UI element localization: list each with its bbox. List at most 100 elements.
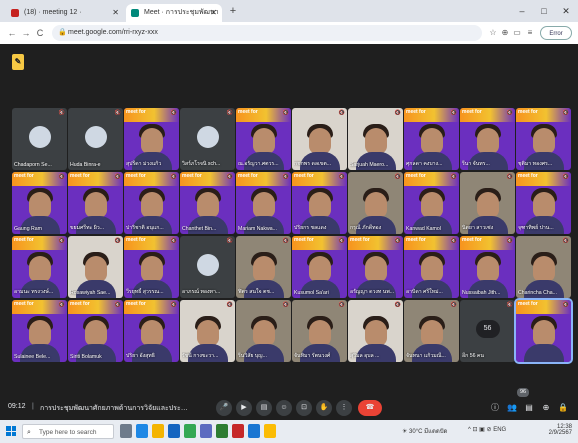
participant-name: รีนวิสัย บุญ... xyxy=(238,353,267,359)
participant-tile[interactable]: meet for 🔇 ปริยา อังสุทธิ xyxy=(124,300,179,362)
store-icon[interactable] xyxy=(200,424,212,438)
participant-tile[interactable]: meet for 🔇 Siriti Bolamuk xyxy=(68,300,123,362)
lock-icon[interactable]: 🔒 xyxy=(556,401,570,415)
participant-name: จันทนา แก้วมณี... xyxy=(406,353,446,359)
participant-tile[interactable]: 🔇 Huda Binra-e xyxy=(68,108,123,170)
participant-tile[interactable]: 🔇 Charincha Cha... xyxy=(516,236,571,298)
participant-tile[interactable]: 🔇 สุวิมล อุบล ... xyxy=(348,300,403,362)
taskbar-search-input[interactable]: ⌕ Type here to search xyxy=(22,424,114,439)
file-explorer-icon[interactable] xyxy=(152,424,164,438)
participant-tile[interactable]: meet for 🔇 ศุกลดา คงบาง... xyxy=(404,108,459,170)
close-tab-icon[interactable]: ✕ xyxy=(112,4,119,22)
windows-start-icon[interactable] xyxy=(6,426,16,436)
new-tab-button[interactable]: + xyxy=(226,4,240,18)
participant-tile[interactable]: meet for 🔇 ชุติมา ทองศร... xyxy=(516,108,571,170)
participant-tile[interactable]: 🔇 วิสร์ภโรจนิ sch... xyxy=(180,108,235,170)
chrome-icon[interactable] xyxy=(184,424,196,438)
mail-icon[interactable] xyxy=(168,424,180,438)
participant-tile[interactable]: meet for 🔇 Nussaibah Jith... xyxy=(460,236,515,298)
participant-video-face xyxy=(140,320,163,346)
participant-tile[interactable]: 🔇 Sarjuah Maero... xyxy=(348,108,403,170)
participant-tile[interactable]: 🔇 กชกพร ดลเขต... xyxy=(292,108,347,170)
notes-icon[interactable]: ✎ xyxy=(12,54,24,70)
menu-icon[interactable]: ≡ xyxy=(525,27,535,39)
participant-name: กรุณี ภักดีทอง xyxy=(350,225,382,231)
mic-icon[interactable]: 🎤 xyxy=(216,400,232,416)
participant-video-face xyxy=(252,128,275,154)
participant-tile[interactable]: 🔇 ฟิตร สนใจ ตช... xyxy=(236,236,291,298)
info-icon[interactable]: ⓘ xyxy=(488,401,502,415)
maximize-button[interactable]: □ xyxy=(534,4,554,18)
participant-tile[interactable]: meet for 🔇 สุปรีดา ม่วงแก้ว xyxy=(124,108,179,170)
participant-video-face xyxy=(476,192,499,218)
lock-icon: 🔒 xyxy=(58,29,67,36)
camera-icon[interactable]: ▶ xyxy=(236,400,252,416)
present-icon[interactable]: ⊡ xyxy=(296,400,312,416)
participant-tile[interactable]: meet for 🔇 วีรยุทธิ์ สุวรรณ... xyxy=(124,236,179,298)
taskbar-clock[interactable]: 12:38 2/9/2567 xyxy=(520,424,572,436)
participant-tile[interactable]: meet for 🔇 ขยมศรีทะ ผิว... xyxy=(68,172,123,234)
participant-tile[interactable]: meet for 🔇 Sulainee Bele... xyxy=(12,300,67,362)
forward-button[interactable]: → xyxy=(20,26,32,40)
participant-tile[interactable]: meet for 🔇 รีนา จันทร... xyxy=(460,108,515,170)
background-banner-text: meet for xyxy=(126,109,146,115)
system-tray[interactable]: ^ ⊡ ▣ ⊘ ENG xyxy=(468,426,506,433)
participant-tile[interactable]: meet for 🔇 Mariam Nakwa... xyxy=(236,172,291,234)
muted-mic-icon: 🔇 xyxy=(394,110,401,116)
participant-tile[interactable]: meet for 🔇 Kusumol Sa'ari xyxy=(292,236,347,298)
participant-tile[interactable]: meet for 🔇 ปาริชาติ อนุแก... xyxy=(124,172,179,234)
task-view-icon[interactable] xyxy=(120,424,132,438)
participant-tile[interactable]: meet for 🔇 ปริยกร ชลแดง xyxy=(292,172,347,234)
participant-tile[interactable]: meet for 🔇 Kanwad Kamol xyxy=(404,172,459,234)
more-icon[interactable]: ⋮ xyxy=(336,400,352,416)
reload-button[interactable]: C xyxy=(34,26,46,40)
edge-icon[interactable] xyxy=(136,424,148,438)
green-app-icon[interactable] xyxy=(216,424,228,438)
end-call-button[interactable]: ☎ xyxy=(358,400,382,416)
chat-icon[interactable]: ▤ xyxy=(522,401,536,415)
extension-icon[interactable]: ⊕ xyxy=(500,27,510,39)
chrome-2-icon[interactable] xyxy=(264,424,276,438)
participant-tile[interactable]: meet for 🔇 อรัญญา ดวงท นพ... xyxy=(348,236,403,298)
url-bar[interactable]: 🔒 meet.google.com/rri-rxyz-xxx xyxy=(52,25,482,41)
self-video-tile[interactable]: meet for 🔇 xyxy=(514,298,573,364)
participant-tile[interactable]: meet for 🔇 ณ.อรัญวา.ศตวร... xyxy=(236,108,291,170)
minimize-button[interactable]: – xyxy=(512,4,532,18)
weather-widget[interactable]: ☀ 30°C มีแดดปัด xyxy=(402,426,447,436)
participant-tile[interactable]: 🔇 นิตยา สาวเซ่ง xyxy=(460,172,515,234)
participant-tile[interactable]: 🔇 อาภรณ์ ทองทา... xyxy=(180,236,235,298)
background-banner-text: meet for xyxy=(518,173,538,179)
participant-tile[interactable]: meet for 🔇 Chanthet Bin... xyxy=(180,172,235,234)
participant-tile[interactable]: 56 🔇 อีก 56 คน xyxy=(460,300,515,362)
back-button[interactable]: ← xyxy=(6,26,18,40)
tab-meet[interactable]: Meet · การประชุมพัฒนา ✕ xyxy=(126,4,222,22)
sidebar-icon[interactable]: ▭ xyxy=(512,27,522,39)
emoji-icon[interactable]: ☺ xyxy=(276,400,292,416)
profile-button[interactable]: Error xyxy=(540,26,572,40)
participant-tile[interactable]: 🔇 จันทนา แก้วมณี... xyxy=(404,300,459,362)
people-icon[interactable]: 👥 xyxy=(505,401,519,415)
activities-icon[interactable]: ⊕ xyxy=(539,401,553,415)
red-app-icon[interactable] xyxy=(232,424,244,438)
captions-icon[interactable]: ▤ xyxy=(256,400,272,416)
participant-tile[interactable]: 🔇 รีนวิสัย บุญ... xyxy=(236,300,291,362)
participant-tile[interactable]: meet for 🔇 Gaung Ram xyxy=(12,172,67,234)
participant-video-face xyxy=(140,128,163,154)
tab-inbox[interactable]: (18) · meeting 12 · ✕ xyxy=(6,4,124,22)
participant-tile[interactable]: meet for 🔇 อาบิดา ศรีใหม่... xyxy=(404,236,459,298)
participant-tile[interactable]: 🔇 Rosawiyah Sae... xyxy=(68,236,123,298)
participant-tile[interactable]: 🔇 กรุณี ภักดีทอง xyxy=(348,172,403,234)
participant-tile[interactable]: 🔇 รัชนี กางขะวา... xyxy=(180,300,235,362)
participant-tile[interactable]: 🔇 Chadaporn Se... xyxy=(12,108,67,170)
background-banner-text: meet for xyxy=(350,237,370,243)
muted-mic-icon: 🔇 xyxy=(226,110,233,116)
close-window-button[interactable]: ✕ xyxy=(556,4,576,18)
close-tab-icon[interactable]: ✕ xyxy=(210,4,217,22)
bookmark-star-icon[interactable]: ☆ xyxy=(488,27,498,39)
participant-tile[interactable]: meet for 🔇 อามนะ ทรงวงษ์... xyxy=(12,236,67,298)
blue-app-icon[interactable] xyxy=(248,424,260,438)
raise-hand-icon[interactable]: ✋ xyxy=(316,400,332,416)
search-icon: ⌕ xyxy=(27,429,31,436)
participant-tile[interactable]: 🔇 จันทิมา รัตนวงศ์ xyxy=(292,300,347,362)
participant-tile[interactable]: meet for 🔇 จุฑาทิพย์ ปาน... xyxy=(516,172,571,234)
